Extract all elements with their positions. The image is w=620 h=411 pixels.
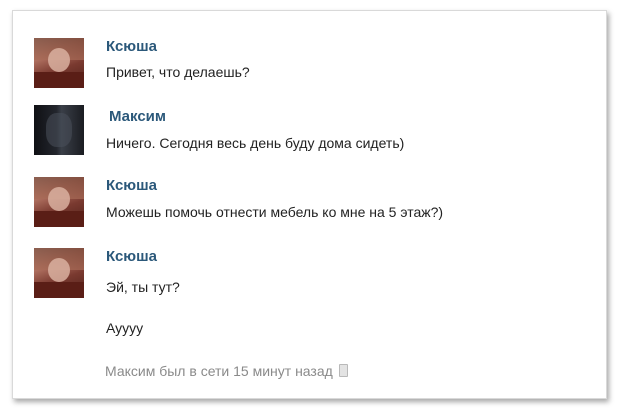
message-text: Эй, ты тут?	[106, 279, 180, 295]
avatar-shirt	[34, 282, 84, 298]
avatar-maksim[interactable]	[34, 105, 84, 155]
avatar-shirt	[34, 211, 84, 227]
avatar-face	[48, 48, 70, 72]
chat-window: Ксюша Привет, что делаешь? Максим Ничего…	[12, 10, 607, 399]
sender-name[interactable]: Максим	[109, 108, 166, 125]
online-status-text: Максим был в сети 15 минут назад	[105, 363, 333, 379]
mobile-phone-icon	[338, 364, 348, 377]
avatar-figure	[46, 113, 72, 147]
online-status: Максим был в сети 15 минут назад	[105, 363, 348, 379]
avatar-ksyusha[interactable]	[34, 38, 84, 88]
avatar-ksyusha[interactable]	[34, 248, 84, 298]
message-text: Можешь помочь отнести мебель ко мне на 5…	[106, 204, 444, 220]
avatar-face	[48, 258, 70, 282]
sender-name[interactable]: Ксюша	[106, 38, 157, 55]
message-text: Ауууу	[106, 320, 144, 336]
message-text: Привет, что делаешь?	[106, 64, 250, 80]
avatar-ksyusha[interactable]	[34, 177, 84, 227]
avatar-shirt	[34, 72, 84, 88]
sender-name[interactable]: Ксюша	[106, 177, 157, 194]
avatar-face	[48, 187, 70, 211]
message-text: Ничего. Сегодня весь день буду дома сиде…	[106, 135, 405, 151]
sender-name[interactable]: Ксюша	[106, 248, 157, 265]
